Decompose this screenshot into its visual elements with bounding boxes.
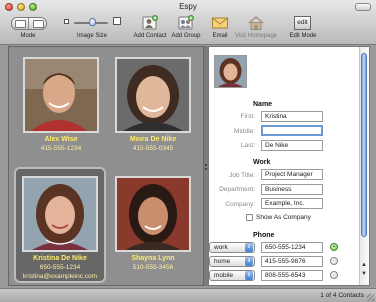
contact-card-selected[interactable]: Kristina De Nike 650-555-1234 kristina@e… (14, 167, 106, 283)
middle-name-field[interactable] (261, 125, 323, 136)
edit-mode-icon[interactable]: edit (294, 16, 311, 30)
detail-scroll-thumb[interactable] (361, 53, 367, 237)
image-size-label: Image Size (76, 33, 107, 39)
email-icon[interactable] (211, 14, 229, 32)
contact-phone: 415-555-1234 (40, 145, 82, 152)
contact-phone: 415-555-0345 (132, 145, 174, 152)
contact-detail-pane: Name First: Kristina Middle: Last: De Ni… (208, 46, 370, 286)
company-field[interactable]: Example, Inc. (261, 198, 323, 209)
phone-type-popup[interactable]: home ⇕ (209, 256, 255, 267)
email-label[interactable]: Email (206, 33, 234, 39)
edit-mode-label[interactable]: Edit Mode (286, 33, 320, 39)
phone-type-value: home (214, 258, 231, 265)
resize-grip-icon[interactable] (367, 294, 374, 301)
scroll-down-arrow-icon[interactable]: ▼ (361, 271, 367, 278)
add-contact-icon[interactable] (141, 14, 159, 32)
image-size-slider-knob[interactable] (89, 18, 97, 26)
add-contact-label[interactable]: Add Contact (130, 33, 170, 39)
add-group-label[interactable]: Add Group (168, 33, 204, 39)
job-title-label: Job Title: (228, 172, 255, 179)
contact-name: Shayna Lynn (131, 255, 175, 262)
home-icon[interactable] (247, 14, 265, 32)
phone-section-heading: Phone (253, 232, 275, 239)
mode-label: Mode (20, 33, 36, 39)
detail-contact-photo[interactable] (214, 55, 247, 88)
espy-window: Espy Mode Image Size Add Contact Add Gro… (0, 0, 376, 302)
splitter-grip-dot (205, 164, 207, 166)
remove-phone-icon[interactable]: - (330, 257, 338, 265)
show-as-company-label: Show As Company (256, 214, 311, 221)
contact-card[interactable]: Moira De Nike 415-555-0345 (107, 48, 199, 164)
phone-number-field[interactable]: 808-555-6543 (261, 270, 323, 281)
company-label: Company: (225, 201, 255, 208)
scroll-up-arrow-icon[interactable]: ▲ (361, 262, 367, 269)
detail-scrollbar[interactable]: ▲ ▼ (359, 47, 369, 285)
contact-name: Moira De Nike (129, 136, 177, 143)
visit-homepage-label[interactable]: Visit Homepage (232, 33, 280, 39)
segment-divider (28, 18, 29, 29)
contact-phone: 510-555-3456 (132, 264, 174, 271)
contact-card[interactable]: Shayna Lynn 510-555-3456 (107, 167, 199, 283)
department-label: Department: (219, 186, 255, 193)
gallery-mode-icon[interactable] (15, 20, 26, 28)
last-name-label: Last: (240, 142, 255, 149)
contact-photo (115, 176, 191, 252)
middle-name-label: Middle: (234, 128, 255, 135)
first-name-field[interactable]: Kristina (261, 111, 323, 122)
list-mode-icon[interactable] (33, 20, 44, 28)
work-section-heading: Work (253, 159, 271, 166)
contact-name: Kristina De Nike (33, 255, 87, 262)
last-name-field[interactable]: De Nike (261, 140, 323, 151)
popup-arrows-icon: ⇕ (245, 271, 253, 280)
job-title-field[interactable]: Project Manager (261, 169, 323, 180)
contact-name: Alex Wise (44, 136, 78, 143)
phone-number-field[interactable]: 650-555-1234 (261, 242, 323, 253)
first-name-label: First: (240, 113, 255, 120)
phone-type-popup[interactable]: work ⇕ (209, 242, 255, 253)
mode-segmented-control[interactable] (11, 17, 47, 30)
show-as-company-checkbox[interactable] (246, 214, 253, 221)
contact-phone: 650-555-1234 (39, 264, 81, 271)
contact-card[interactable]: Alex Wise 415-555-1234 (15, 48, 107, 164)
splitter-grip-dot (205, 168, 207, 170)
contact-email: kristina@exampleinc.com (22, 273, 98, 280)
contact-photo (22, 176, 98, 252)
contact-count: 1 of 4 Contacts (320, 292, 364, 299)
remove-phone-icon[interactable]: - (330, 271, 338, 279)
toolbar-toggle-button[interactable] (355, 3, 371, 11)
phone-type-value: mobile (214, 272, 234, 279)
contact-photo (115, 57, 191, 133)
department-field[interactable]: Business (261, 184, 323, 195)
contact-photo (23, 57, 99, 133)
phone-type-value: work (214, 244, 228, 251)
contact-gallery[interactable]: Alex Wise 415-555-1234 Moira De Nike 415… (8, 46, 204, 286)
large-image-icon (113, 17, 121, 25)
phone-type-popup[interactable]: mobile ⇕ (209, 270, 255, 281)
name-section-heading: Name (253, 101, 273, 108)
popup-arrows-icon: ⇕ (245, 243, 253, 252)
popup-arrows-icon: ⇕ (245, 257, 253, 266)
phone-number-field[interactable]: 415-555-9876 (261, 256, 323, 267)
small-image-icon (64, 19, 69, 24)
add-phone-icon[interactable]: + (330, 243, 338, 251)
toolbar: Espy Mode Image Size Add Contact Add Gro… (0, 0, 376, 45)
status-bar: 1 of 4 Contacts (0, 288, 376, 302)
add-group-icon[interactable] (177, 14, 195, 32)
window-title: Espy (179, 2, 197, 11)
